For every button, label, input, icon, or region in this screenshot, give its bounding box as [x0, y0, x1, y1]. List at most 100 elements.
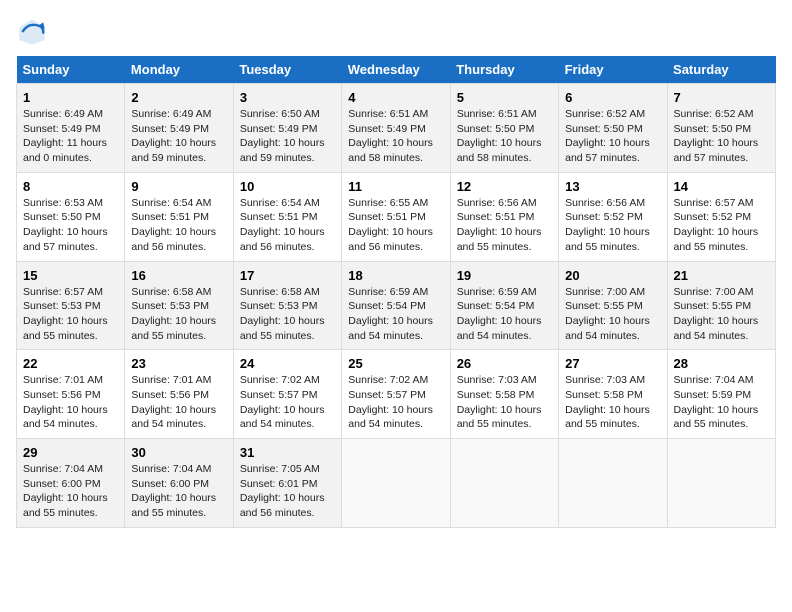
calendar-cell: 2 Sunrise: 6:49 AM Sunset: 5:49 PM Dayli…	[125, 84, 233, 173]
day-number: 24	[240, 356, 335, 371]
day-number: 26	[457, 356, 552, 371]
day-number: 22	[23, 356, 118, 371]
day-number: 1	[23, 90, 118, 105]
day-info: Sunrise: 6:51 AM Sunset: 5:50 PM Dayligh…	[457, 107, 552, 166]
calendar-cell: 7 Sunrise: 6:52 AM Sunset: 5:50 PM Dayli…	[667, 84, 775, 173]
day-info: Sunrise: 6:55 AM Sunset: 5:51 PM Dayligh…	[348, 196, 443, 255]
day-number: 19	[457, 268, 552, 283]
calendar-cell: 8 Sunrise: 6:53 AM Sunset: 5:50 PM Dayli…	[17, 172, 125, 261]
day-header-friday: Friday	[559, 56, 667, 84]
week-row-5: 29 Sunrise: 7:04 AM Sunset: 6:00 PM Dayl…	[17, 439, 776, 528]
calendar-cell: 11 Sunrise: 6:55 AM Sunset: 5:51 PM Dayl…	[342, 172, 450, 261]
calendar-cell: 26 Sunrise: 7:03 AM Sunset: 5:58 PM Dayl…	[450, 350, 558, 439]
day-number: 23	[131, 356, 226, 371]
day-number: 25	[348, 356, 443, 371]
day-number: 2	[131, 90, 226, 105]
calendar-cell: 25 Sunrise: 7:02 AM Sunset: 5:57 PM Dayl…	[342, 350, 450, 439]
calendar-cell	[450, 439, 558, 528]
day-number: 9	[131, 179, 226, 194]
day-header-sunday: Sunday	[17, 56, 125, 84]
day-info: Sunrise: 6:49 AM Sunset: 5:49 PM Dayligh…	[131, 107, 226, 166]
day-number: 31	[240, 445, 335, 460]
calendar-cell: 22 Sunrise: 7:01 AM Sunset: 5:56 PM Dayl…	[17, 350, 125, 439]
day-info: Sunrise: 6:52 AM Sunset: 5:50 PM Dayligh…	[565, 107, 660, 166]
calendar-cell	[342, 439, 450, 528]
day-info: Sunrise: 6:57 AM Sunset: 5:53 PM Dayligh…	[23, 285, 118, 344]
calendar-cell: 30 Sunrise: 7:04 AM Sunset: 6:00 PM Dayl…	[125, 439, 233, 528]
day-number: 14	[674, 179, 769, 194]
day-info: Sunrise: 6:54 AM Sunset: 5:51 PM Dayligh…	[131, 196, 226, 255]
calendar-cell: 3 Sunrise: 6:50 AM Sunset: 5:49 PM Dayli…	[233, 84, 341, 173]
day-number: 11	[348, 179, 443, 194]
day-info: Sunrise: 6:51 AM Sunset: 5:49 PM Dayligh…	[348, 107, 443, 166]
calendar-cell: 28 Sunrise: 7:04 AM Sunset: 5:59 PM Dayl…	[667, 350, 775, 439]
day-number: 8	[23, 179, 118, 194]
day-info: Sunrise: 7:04 AM Sunset: 5:59 PM Dayligh…	[674, 373, 769, 432]
day-info: Sunrise: 6:58 AM Sunset: 5:53 PM Dayligh…	[131, 285, 226, 344]
logo	[16, 16, 52, 48]
day-number: 17	[240, 268, 335, 283]
logo-icon	[16, 16, 48, 48]
week-row-3: 15 Sunrise: 6:57 AM Sunset: 5:53 PM Dayl…	[17, 261, 776, 350]
calendar-cell: 1 Sunrise: 6:49 AM Sunset: 5:49 PM Dayli…	[17, 84, 125, 173]
day-info: Sunrise: 6:52 AM Sunset: 5:50 PM Dayligh…	[674, 107, 769, 166]
calendar-cell: 21 Sunrise: 7:00 AM Sunset: 5:55 PM Dayl…	[667, 261, 775, 350]
calendar-cell: 19 Sunrise: 6:59 AM Sunset: 5:54 PM Dayl…	[450, 261, 558, 350]
day-number: 5	[457, 90, 552, 105]
day-number: 3	[240, 90, 335, 105]
day-number: 20	[565, 268, 660, 283]
week-row-4: 22 Sunrise: 7:01 AM Sunset: 5:56 PM Dayl…	[17, 350, 776, 439]
day-number: 29	[23, 445, 118, 460]
day-info: Sunrise: 6:56 AM Sunset: 5:52 PM Dayligh…	[565, 196, 660, 255]
day-info: Sunrise: 6:59 AM Sunset: 5:54 PM Dayligh…	[457, 285, 552, 344]
calendar-cell: 15 Sunrise: 6:57 AM Sunset: 5:53 PM Dayl…	[17, 261, 125, 350]
day-number: 28	[674, 356, 769, 371]
day-number: 21	[674, 268, 769, 283]
calendar-cell: 9 Sunrise: 6:54 AM Sunset: 5:51 PM Dayli…	[125, 172, 233, 261]
week-row-1: 1 Sunrise: 6:49 AM Sunset: 5:49 PM Dayli…	[17, 84, 776, 173]
calendar-header-row: SundayMondayTuesdayWednesdayThursdayFrid…	[17, 56, 776, 84]
day-number: 13	[565, 179, 660, 194]
calendar-cell: 29 Sunrise: 7:04 AM Sunset: 6:00 PM Dayl…	[17, 439, 125, 528]
day-number: 16	[131, 268, 226, 283]
day-info: Sunrise: 7:00 AM Sunset: 5:55 PM Dayligh…	[674, 285, 769, 344]
calendar-table: SundayMondayTuesdayWednesdayThursdayFrid…	[16, 56, 776, 528]
day-number: 6	[565, 90, 660, 105]
calendar-cell: 4 Sunrise: 6:51 AM Sunset: 5:49 PM Dayli…	[342, 84, 450, 173]
day-header-saturday: Saturday	[667, 56, 775, 84]
day-info: Sunrise: 7:04 AM Sunset: 6:00 PM Dayligh…	[131, 462, 226, 521]
day-info: Sunrise: 7:02 AM Sunset: 5:57 PM Dayligh…	[240, 373, 335, 432]
day-number: 4	[348, 90, 443, 105]
day-header-monday: Monday	[125, 56, 233, 84]
calendar-cell	[667, 439, 775, 528]
calendar-cell: 16 Sunrise: 6:58 AM Sunset: 5:53 PM Dayl…	[125, 261, 233, 350]
day-info: Sunrise: 6:57 AM Sunset: 5:52 PM Dayligh…	[674, 196, 769, 255]
day-info: Sunrise: 7:03 AM Sunset: 5:58 PM Dayligh…	[565, 373, 660, 432]
calendar-cell: 31 Sunrise: 7:05 AM Sunset: 6:01 PM Dayl…	[233, 439, 341, 528]
calendar-cell	[559, 439, 667, 528]
day-info: Sunrise: 7:01 AM Sunset: 5:56 PM Dayligh…	[23, 373, 118, 432]
day-info: Sunrise: 6:59 AM Sunset: 5:54 PM Dayligh…	[348, 285, 443, 344]
day-info: Sunrise: 7:01 AM Sunset: 5:56 PM Dayligh…	[131, 373, 226, 432]
calendar-cell: 18 Sunrise: 6:59 AM Sunset: 5:54 PM Dayl…	[342, 261, 450, 350]
calendar-cell: 27 Sunrise: 7:03 AM Sunset: 5:58 PM Dayl…	[559, 350, 667, 439]
day-header-thursday: Thursday	[450, 56, 558, 84]
day-info: Sunrise: 6:56 AM Sunset: 5:51 PM Dayligh…	[457, 196, 552, 255]
calendar-cell: 24 Sunrise: 7:02 AM Sunset: 5:57 PM Dayl…	[233, 350, 341, 439]
day-info: Sunrise: 7:02 AM Sunset: 5:57 PM Dayligh…	[348, 373, 443, 432]
page-header	[16, 16, 776, 48]
calendar-cell: 23 Sunrise: 7:01 AM Sunset: 5:56 PM Dayl…	[125, 350, 233, 439]
day-info: Sunrise: 7:00 AM Sunset: 5:55 PM Dayligh…	[565, 285, 660, 344]
calendar-cell: 14 Sunrise: 6:57 AM Sunset: 5:52 PM Dayl…	[667, 172, 775, 261]
day-number: 27	[565, 356, 660, 371]
day-header-wednesday: Wednesday	[342, 56, 450, 84]
calendar-cell: 20 Sunrise: 7:00 AM Sunset: 5:55 PM Dayl…	[559, 261, 667, 350]
day-info: Sunrise: 7:05 AM Sunset: 6:01 PM Dayligh…	[240, 462, 335, 521]
day-info: Sunrise: 6:49 AM Sunset: 5:49 PM Dayligh…	[23, 107, 118, 166]
day-info: Sunrise: 6:54 AM Sunset: 5:51 PM Dayligh…	[240, 196, 335, 255]
calendar-cell: 17 Sunrise: 6:58 AM Sunset: 5:53 PM Dayl…	[233, 261, 341, 350]
day-number: 12	[457, 179, 552, 194]
day-number: 7	[674, 90, 769, 105]
day-number: 10	[240, 179, 335, 194]
week-row-2: 8 Sunrise: 6:53 AM Sunset: 5:50 PM Dayli…	[17, 172, 776, 261]
